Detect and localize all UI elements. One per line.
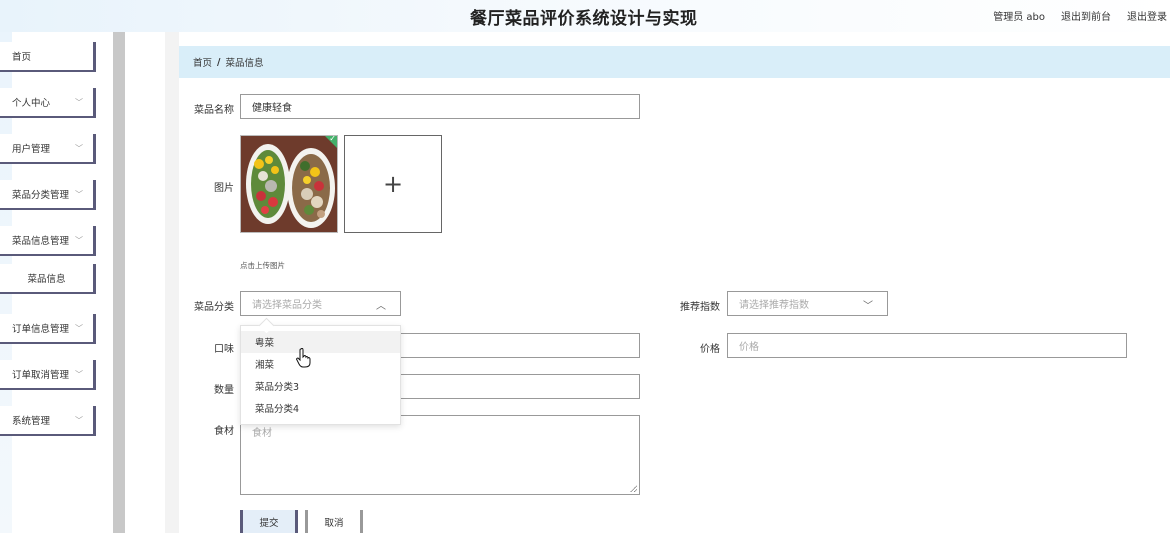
price-label: 价格 xyxy=(700,344,720,355)
chevron-down-icon: ﹀ xyxy=(75,370,83,379)
category-dropdown: 粤菜 湘菜 菜品分类3 菜品分类4 xyxy=(240,317,401,425)
chevron-down-icon: ﹀ xyxy=(863,301,873,312)
sidebar-item-system-management[interactable]: 系统管理 ﹀ xyxy=(0,406,96,436)
sidebar-item-user-management[interactable]: 用户管理 ﹀ xyxy=(0,134,96,164)
sidebar-subitem-dish-info[interactable]: 菜品信息 xyxy=(0,264,96,294)
chevron-down-icon: ﹀ xyxy=(75,98,83,107)
sidebar-item-home[interactable]: 首页 xyxy=(0,42,96,72)
chevron-down-icon: ﹀ xyxy=(75,144,83,153)
sidebar-item-label: 首页 xyxy=(12,52,32,63)
ingredients-placeholder: 食材 xyxy=(252,428,272,439)
dish-name-input[interactable]: 健康轻食 xyxy=(240,94,640,119)
recommend-select[interactable]: 请选择推荐指数 ﹀ xyxy=(727,291,888,316)
category-option[interactable]: 湘菜 xyxy=(241,353,400,375)
sidebar-item-label: 菜品信息 xyxy=(27,274,66,285)
chevron-down-icon: ﹀ xyxy=(75,236,83,245)
price-input[interactable]: 价格 xyxy=(727,333,1127,358)
sidebar-item-label: 用户管理 xyxy=(12,144,51,155)
breadcrumb-home[interactable]: 首页 xyxy=(193,55,212,69)
category-option[interactable]: 菜品分类3 xyxy=(241,375,400,397)
plus-icon: + xyxy=(382,170,404,198)
dish-name-value: 健康轻食 xyxy=(252,103,292,114)
header-actions: 管理员 abo 退出到前台 退出登录 xyxy=(993,8,1167,23)
ingredients-label: 食材 xyxy=(214,426,234,437)
recommend-label: 推荐指数 xyxy=(680,302,720,313)
category-option[interactable]: 粤菜 xyxy=(241,331,400,353)
recommend-placeholder: 请选择推荐指数 xyxy=(739,300,809,311)
upload-add-button[interactable]: + xyxy=(344,135,442,233)
cancel-button[interactable]: 取消 xyxy=(305,510,363,533)
sidebar-item-label: 菜品信息管理 xyxy=(12,236,70,247)
breadcrumb: 首页 / 菜品信息 xyxy=(179,46,1170,78)
sidebar-item-label: 订单取消管理 xyxy=(12,370,70,381)
taste-label: 口味 xyxy=(214,344,234,355)
breadcrumb-separator: / xyxy=(217,56,221,68)
chevron-down-icon: ﹀ xyxy=(75,190,83,199)
category-select[interactable]: 请选择菜品分类 ︿ xyxy=(240,291,401,316)
category-option[interactable]: 菜品分类4 xyxy=(241,397,400,419)
sidebar: 首页 个人中心 ﹀ 用户管理 ﹀ 菜品分类管理 ﹀ 菜品信息管理 ﹀ 菜品信息 … xyxy=(0,32,125,533)
category-label: 菜品分类 xyxy=(194,302,234,313)
price-placeholder: 价格 xyxy=(739,342,759,353)
image-label: 图片 xyxy=(214,183,234,194)
top-header: 餐厅菜品评价系统设计与实现 管理员 abo 退出到前台 退出登录 xyxy=(0,0,1175,32)
submit-button[interactable]: 提交 xyxy=(240,510,298,533)
check-icon: ✓ xyxy=(329,135,336,143)
chevron-down-icon: ﹀ xyxy=(75,416,83,425)
salad-photo xyxy=(241,136,337,232)
admin-username[interactable]: 管理员 abo xyxy=(993,8,1045,23)
sidebar-item-order-management[interactable]: 订单信息管理 ﹀ xyxy=(0,314,96,344)
upload-hint-text: 点击上传图片 xyxy=(240,261,285,270)
uploaded-image-thumbnail[interactable]: ✓ xyxy=(240,135,338,233)
sidebar-item-dish-management[interactable]: 菜品信息管理 ﹀ xyxy=(0,226,96,256)
sidebar-item-label: 系统管理 xyxy=(12,416,51,427)
content-left-strip xyxy=(165,32,179,533)
sidebar-item-label: 个人中心 xyxy=(12,98,51,109)
breadcrumb-current: 菜品信息 xyxy=(225,58,264,69)
sidebar-item-order-cancel-management[interactable]: 订单取消管理 ﹀ xyxy=(0,360,96,390)
logout-link[interactable]: 退出登录 xyxy=(1127,8,1167,23)
back-to-front-link[interactable]: 退出到前台 xyxy=(1061,8,1111,23)
ingredients-textarea[interactable]: 食材 xyxy=(240,415,640,495)
sidebar-item-label: 菜品分类管理 xyxy=(12,190,70,201)
sidebar-item-category-management[interactable]: 菜品分类管理 ﹀ xyxy=(0,180,96,210)
category-placeholder: 请选择菜品分类 xyxy=(252,300,322,311)
hand-cursor-icon xyxy=(296,347,312,372)
quantity-label: 数量 xyxy=(214,385,234,396)
sidebar-item-label: 订单信息管理 xyxy=(12,324,70,335)
dish-name-label: 菜品名称 xyxy=(194,105,234,116)
sidebar-scrollbar[interactable] xyxy=(113,32,125,533)
resize-handle-icon[interactable] xyxy=(630,485,637,492)
sidebar-item-personal-center[interactable]: 个人中心 ﹀ xyxy=(0,88,96,118)
chevron-down-icon: ﹀ xyxy=(75,324,83,333)
chevron-up-icon: ︿ xyxy=(376,301,386,312)
app-title: 餐厅菜品评价系统设计与实现 xyxy=(470,9,698,29)
